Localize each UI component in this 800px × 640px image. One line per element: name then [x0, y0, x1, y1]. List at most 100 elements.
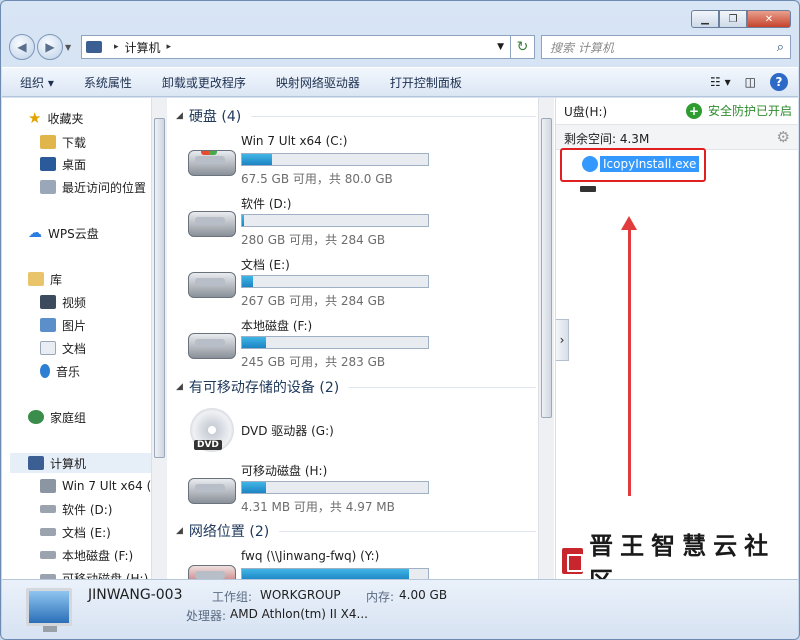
- security-status[interactable]: + 安全防护已开启: [685, 102, 792, 119]
- dvd-badge: DVD: [194, 440, 222, 450]
- sidebar-item-drive-c[interactable]: Win 7 Ult x64 (C: [40, 476, 151, 496]
- group-header-removable[interactable]: ◢ 有可移动存储的设备 (2): [176, 377, 536, 397]
- navigation-row: ◀ ▶ ▼ ▸ 计算机 ▸ ▼ ↻ 搜索 计算机 ⌕: [9, 33, 791, 61]
- processor-label: 处理器:: [186, 609, 227, 623]
- address-dropdown-icon[interactable]: ▼: [497, 42, 504, 52]
- preview-header: U盘(H:) + 安全防护已开启: [556, 98, 798, 124]
- usage-bar: [241, 153, 429, 166]
- collapse-icon[interactable]: ◢: [176, 526, 183, 536]
- preview-pane: U盘(H:) + 安全防护已开启 剩余空间: 4.3M ⚙ IcopyInstal…: [555, 98, 798, 595]
- collapse-icon[interactable]: ◢: [176, 382, 183, 392]
- picture-icon: [40, 318, 56, 332]
- navigation-scrollbar[interactable]: [151, 98, 167, 579]
- sidebar-item-music[interactable]: 音乐: [40, 361, 80, 381]
- group-divider: [251, 115, 536, 117]
- breadcrumb-arrow[interactable]: ▸: [114, 42, 119, 52]
- sidebar-item-documents[interactable]: 文档: [40, 338, 86, 358]
- content-area: ★ 收藏夹 下载 桌面 最近访问的位置 ☁ WPS云盘 库 视频 图片 文档 音乐 …: [2, 98, 798, 595]
- drive-free-space: 267 GB 可用，共 284 GB: [241, 294, 386, 308]
- sidebar-item-label: WPS云盘: [48, 226, 99, 241]
- homegroup-icon: [28, 410, 44, 424]
- sidebar-item-desktop[interactable]: 桌面: [40, 154, 86, 174]
- view-options-icon[interactable]: ☷ ▾: [710, 75, 731, 89]
- drive-item-c[interactable]: Win 7 Ult x64 (C:) 67.5 GB 可用，共 80.0 GB: [186, 134, 536, 190]
- removable-drive-icon: [188, 478, 236, 504]
- forward-button[interactable]: ▶: [37, 34, 63, 60]
- search-input[interactable]: 搜索 计算机 ⌕: [541, 35, 791, 59]
- search-icon[interactable]: ⌕: [777, 40, 784, 55]
- sidebar-item-label: 计算机: [50, 456, 87, 471]
- scrollbar-thumb[interactable]: [541, 118, 552, 418]
- group-label: 有可移动存储的设备 (2): [188, 380, 340, 396]
- usage-bar: [241, 481, 429, 494]
- usage-fill: [242, 154, 272, 165]
- security-status-label: 安全防护已开启: [707, 104, 792, 118]
- drive-icon: [40, 551, 56, 559]
- file-list: ◢ 硬盘 (4) Win 7 Ult x64 (C:) 67.5 GB 可用，共 …: [168, 98, 538, 579]
- sidebar-item-label: Win 7 Ult x64 (C: [62, 479, 151, 493]
- usage-fill: [242, 215, 244, 226]
- breadcrumb-arrow[interactable]: ▸: [167, 42, 172, 52]
- help-icon[interactable]: ?: [770, 73, 788, 91]
- windows-drive-icon: [40, 479, 56, 493]
- sidebar-item-favorites[interactable]: ★ 收藏夹: [28, 108, 83, 128]
- sidebar-item-pictures[interactable]: 图片: [40, 315, 86, 335]
- breadcrumb-computer[interactable]: 计算机: [125, 39, 161, 56]
- close-button[interactable]: ✕: [747, 10, 791, 28]
- sidebar-item-computer[interactable]: 计算机: [10, 453, 151, 473]
- uninstall-program-button[interactable]: 卸载或更改程序: [162, 74, 246, 91]
- drive-item-g[interactable]: DVD DVD 驱动器 (G:): [186, 404, 536, 460]
- file-name[interactable]: IcopyInstall.exe: [600, 156, 700, 172]
- recent-pages-dropdown[interactable]: ▼: [65, 43, 75, 52]
- sidebar-item-label: 桌面: [62, 157, 87, 172]
- sidebar-item-wps[interactable]: ☁ WPS云盘: [28, 223, 99, 243]
- system-properties-button[interactable]: 系统属性: [84, 74, 132, 91]
- sidebar-item-libraries[interactable]: 库: [28, 269, 62, 289]
- maximize-button[interactable]: ❐: [719, 10, 747, 28]
- file-item[interactable]: IcopyInstall.exe: [582, 156, 700, 172]
- drive-icon: [188, 333, 236, 359]
- sidebar-item-label: 图片: [62, 318, 87, 333]
- sidebar-item-recent[interactable]: 最近访问的位置: [40, 177, 146, 197]
- address-bar[interactable]: ▸ 计算机 ▸ ▼: [81, 35, 511, 59]
- drive-free-space: 280 GB 可用，共 284 GB: [241, 233, 386, 247]
- drive-item-h[interactable]: 可移动磁盘 (H:) 4.31 MB 可用，共 4.97 MB: [186, 462, 536, 518]
- pane-expander[interactable]: ›: [556, 319, 569, 361]
- sidebar-item-drive-d[interactable]: 软件 (D:): [40, 499, 112, 519]
- open-control-panel-button[interactable]: 打开控制面板: [390, 74, 462, 91]
- explorer-window: ▁ ❐ ✕ ◀ ▶ ▼ ▸ 计算机 ▸ ▼ ↻ 搜索 计算机 ⌕ 组织 ▾ 系统…: [0, 0, 800, 640]
- sidebar-item-label: 收藏夹: [47, 111, 84, 126]
- drive-item-e[interactable]: 文档 (E:) 267 GB 可用，共 284 GB: [186, 256, 536, 312]
- sidebar-item-label: 文档 (E:): [62, 525, 111, 540]
- preview-pane-icon[interactable]: ◫: [745, 75, 756, 89]
- free-space-bar: 剩余空间: 4.3M ⚙: [556, 124, 798, 150]
- collapse-icon[interactable]: ◢: [176, 111, 183, 121]
- drive-free-space: 245 GB 可用，共 283 GB: [241, 355, 386, 369]
- back-button[interactable]: ◀: [9, 34, 35, 60]
- video-icon: [40, 295, 56, 309]
- sidebar-item-drive-e[interactable]: 文档 (E:): [40, 522, 111, 542]
- gear-icon[interactable]: ⚙: [777, 128, 790, 146]
- minimize-button[interactable]: ▁: [691, 10, 719, 28]
- refresh-button[interactable]: ↻: [511, 35, 535, 59]
- drive-item-f[interactable]: 本地磁盘 (F:) 245 GB 可用，共 283 GB: [186, 317, 536, 373]
- map-network-drive-button[interactable]: 映射网络驱动器: [276, 74, 360, 91]
- sidebar-item-videos[interactable]: 视频: [40, 292, 86, 312]
- music-icon: [40, 364, 50, 378]
- desktop-icon: [40, 157, 56, 171]
- drive-icon: [40, 528, 56, 536]
- group-header-network[interactable]: ◢ 网络位置 (2): [176, 521, 536, 541]
- drive-item-d[interactable]: 软件 (D:) 280 GB 可用，共 284 GB: [186, 195, 536, 251]
- sidebar-item-homegroup[interactable]: 家庭组: [28, 407, 86, 427]
- scrollbar-thumb[interactable]: [154, 118, 165, 458]
- organize-button[interactable]: 组织 ▾: [20, 74, 54, 91]
- drive-item-y[interactable]: fwq (\\Jinwang-fwq) (Y:): [186, 549, 536, 579]
- file-list-scrollbar[interactable]: [538, 98, 554, 579]
- sidebar-item-drive-h[interactable]: 可移动磁盘 (H:): [40, 568, 148, 579]
- sidebar-item-drive-f[interactable]: 本地磁盘 (F:): [40, 545, 133, 565]
- group-header-hard-disks[interactable]: ◢ 硬盘 (4): [176, 106, 536, 126]
- navigation-pane: ★ 收藏夹 下载 桌面 最近访问的位置 ☁ WPS云盘 库 视频 图片 文档 音乐 …: [2, 98, 151, 579]
- sidebar-item-downloads[interactable]: 下载: [40, 132, 86, 152]
- usage-fill: [242, 276, 254, 287]
- memory-label: 内存:: [366, 590, 395, 604]
